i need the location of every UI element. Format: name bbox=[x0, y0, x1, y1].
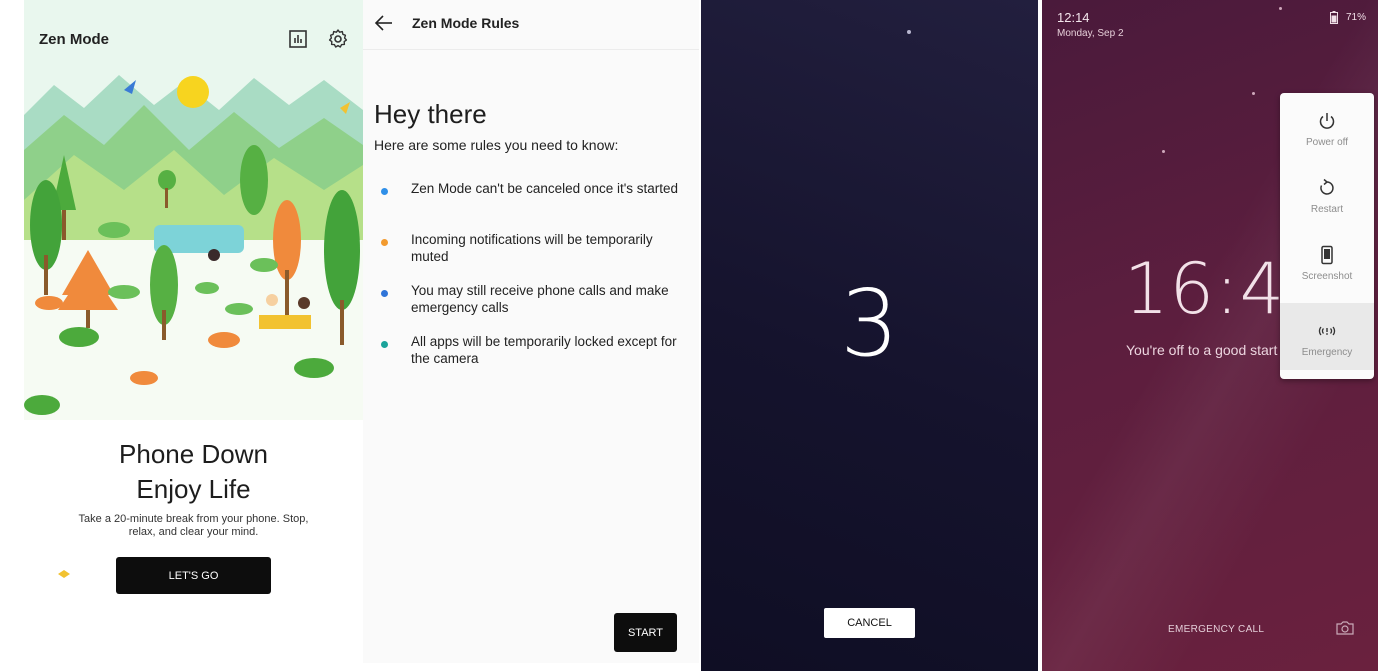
restart-option[interactable]: Restart bbox=[1280, 160, 1374, 227]
lets-go-button[interactable]: LET'S GO bbox=[116, 557, 271, 594]
rule-text: Incoming notifications will be temporari… bbox=[411, 232, 653, 264]
bullet-dot-icon bbox=[381, 239, 388, 246]
power-off-label: Power off bbox=[1305, 137, 1349, 148]
star-dot bbox=[1162, 150, 1165, 153]
rule-text: You may still receive phone calls and ma… bbox=[411, 283, 669, 315]
zen-message: You're off to a good start bbox=[1126, 342, 1278, 358]
power-icon bbox=[1319, 113, 1335, 129]
camera-icon[interactable] bbox=[1335, 620, 1355, 636]
top-app-bar: Zen Mode Rules bbox=[363, 0, 699, 50]
app-title: Zen Mode bbox=[39, 31, 109, 48]
rules-intro: Here are some rules you need to know: bbox=[374, 137, 619, 153]
settings-gear-icon[interactable] bbox=[326, 27, 350, 51]
power-off-option[interactable]: Power off bbox=[1280, 93, 1374, 160]
rules-bar-title: Zen Mode Rules bbox=[412, 15, 520, 31]
screenshot-label: Screenshot bbox=[1301, 271, 1353, 282]
status-time: 12:14 bbox=[1057, 10, 1090, 25]
battery-icon bbox=[1330, 11, 1338, 24]
lock-screen: 12:14 Monday, Sep 2 71% 16:42 You're off… bbox=[1042, 0, 1378, 671]
restart-label: Restart bbox=[1310, 204, 1344, 215]
bullet-dot-icon bbox=[381, 290, 388, 297]
subtitle: Take a 20-minute break from your phone. … bbox=[78, 513, 309, 538]
battery-percentage: 71% bbox=[1346, 12, 1367, 23]
cancel-button[interactable]: CANCEL bbox=[824, 608, 915, 638]
screenshot-option[interactable]: Screenshot bbox=[1280, 227, 1374, 294]
countdown-number: 3 bbox=[840, 270, 899, 377]
rule-text: All apps will be temporarily locked exce… bbox=[411, 334, 677, 366]
screenshot-icon bbox=[1321, 245, 1333, 265]
restart-icon bbox=[1320, 178, 1334, 195]
back-arrow-icon[interactable] bbox=[373, 12, 395, 34]
countdown-screen: 3 CANCEL bbox=[701, 0, 1038, 671]
rules-heading: Hey there bbox=[374, 99, 487, 129]
zen-mode-rules-screen: Zen Mode Rules Hey there Here are some r… bbox=[363, 0, 699, 663]
star-dot bbox=[1279, 7, 1282, 10]
zen-mode-home-screen: Zen Mode Phone Down Enjoy Life Take a 20… bbox=[24, 0, 363, 604]
leaf-decoration-icon bbox=[58, 570, 70, 578]
emergency-call-link[interactable]: EMERGENCY CALL bbox=[1168, 624, 1264, 635]
headline-line-2: Enjoy Life bbox=[136, 474, 251, 504]
rule-text: Zen Mode can't be canceled once it's sta… bbox=[411, 181, 679, 196]
bullet-dot-icon bbox=[381, 341, 388, 348]
stats-icon[interactable] bbox=[286, 27, 310, 51]
status-date: Monday, Sep 2 bbox=[1057, 28, 1124, 39]
emergency-broadcast-icon bbox=[1318, 326, 1336, 336]
emergency-label: Emergency bbox=[1301, 347, 1353, 358]
start-button[interactable]: START bbox=[614, 613, 677, 652]
star-dot bbox=[1252, 92, 1255, 95]
power-menu: Power off Restart Screenshot Emergency bbox=[1280, 93, 1374, 379]
star-dot bbox=[907, 30, 911, 34]
headline-line-1: Phone Down bbox=[119, 439, 268, 469]
bullet-dot-icon bbox=[381, 188, 388, 195]
emergency-option[interactable]: Emergency bbox=[1280, 303, 1374, 370]
forest-illustration bbox=[24, 60, 363, 420]
